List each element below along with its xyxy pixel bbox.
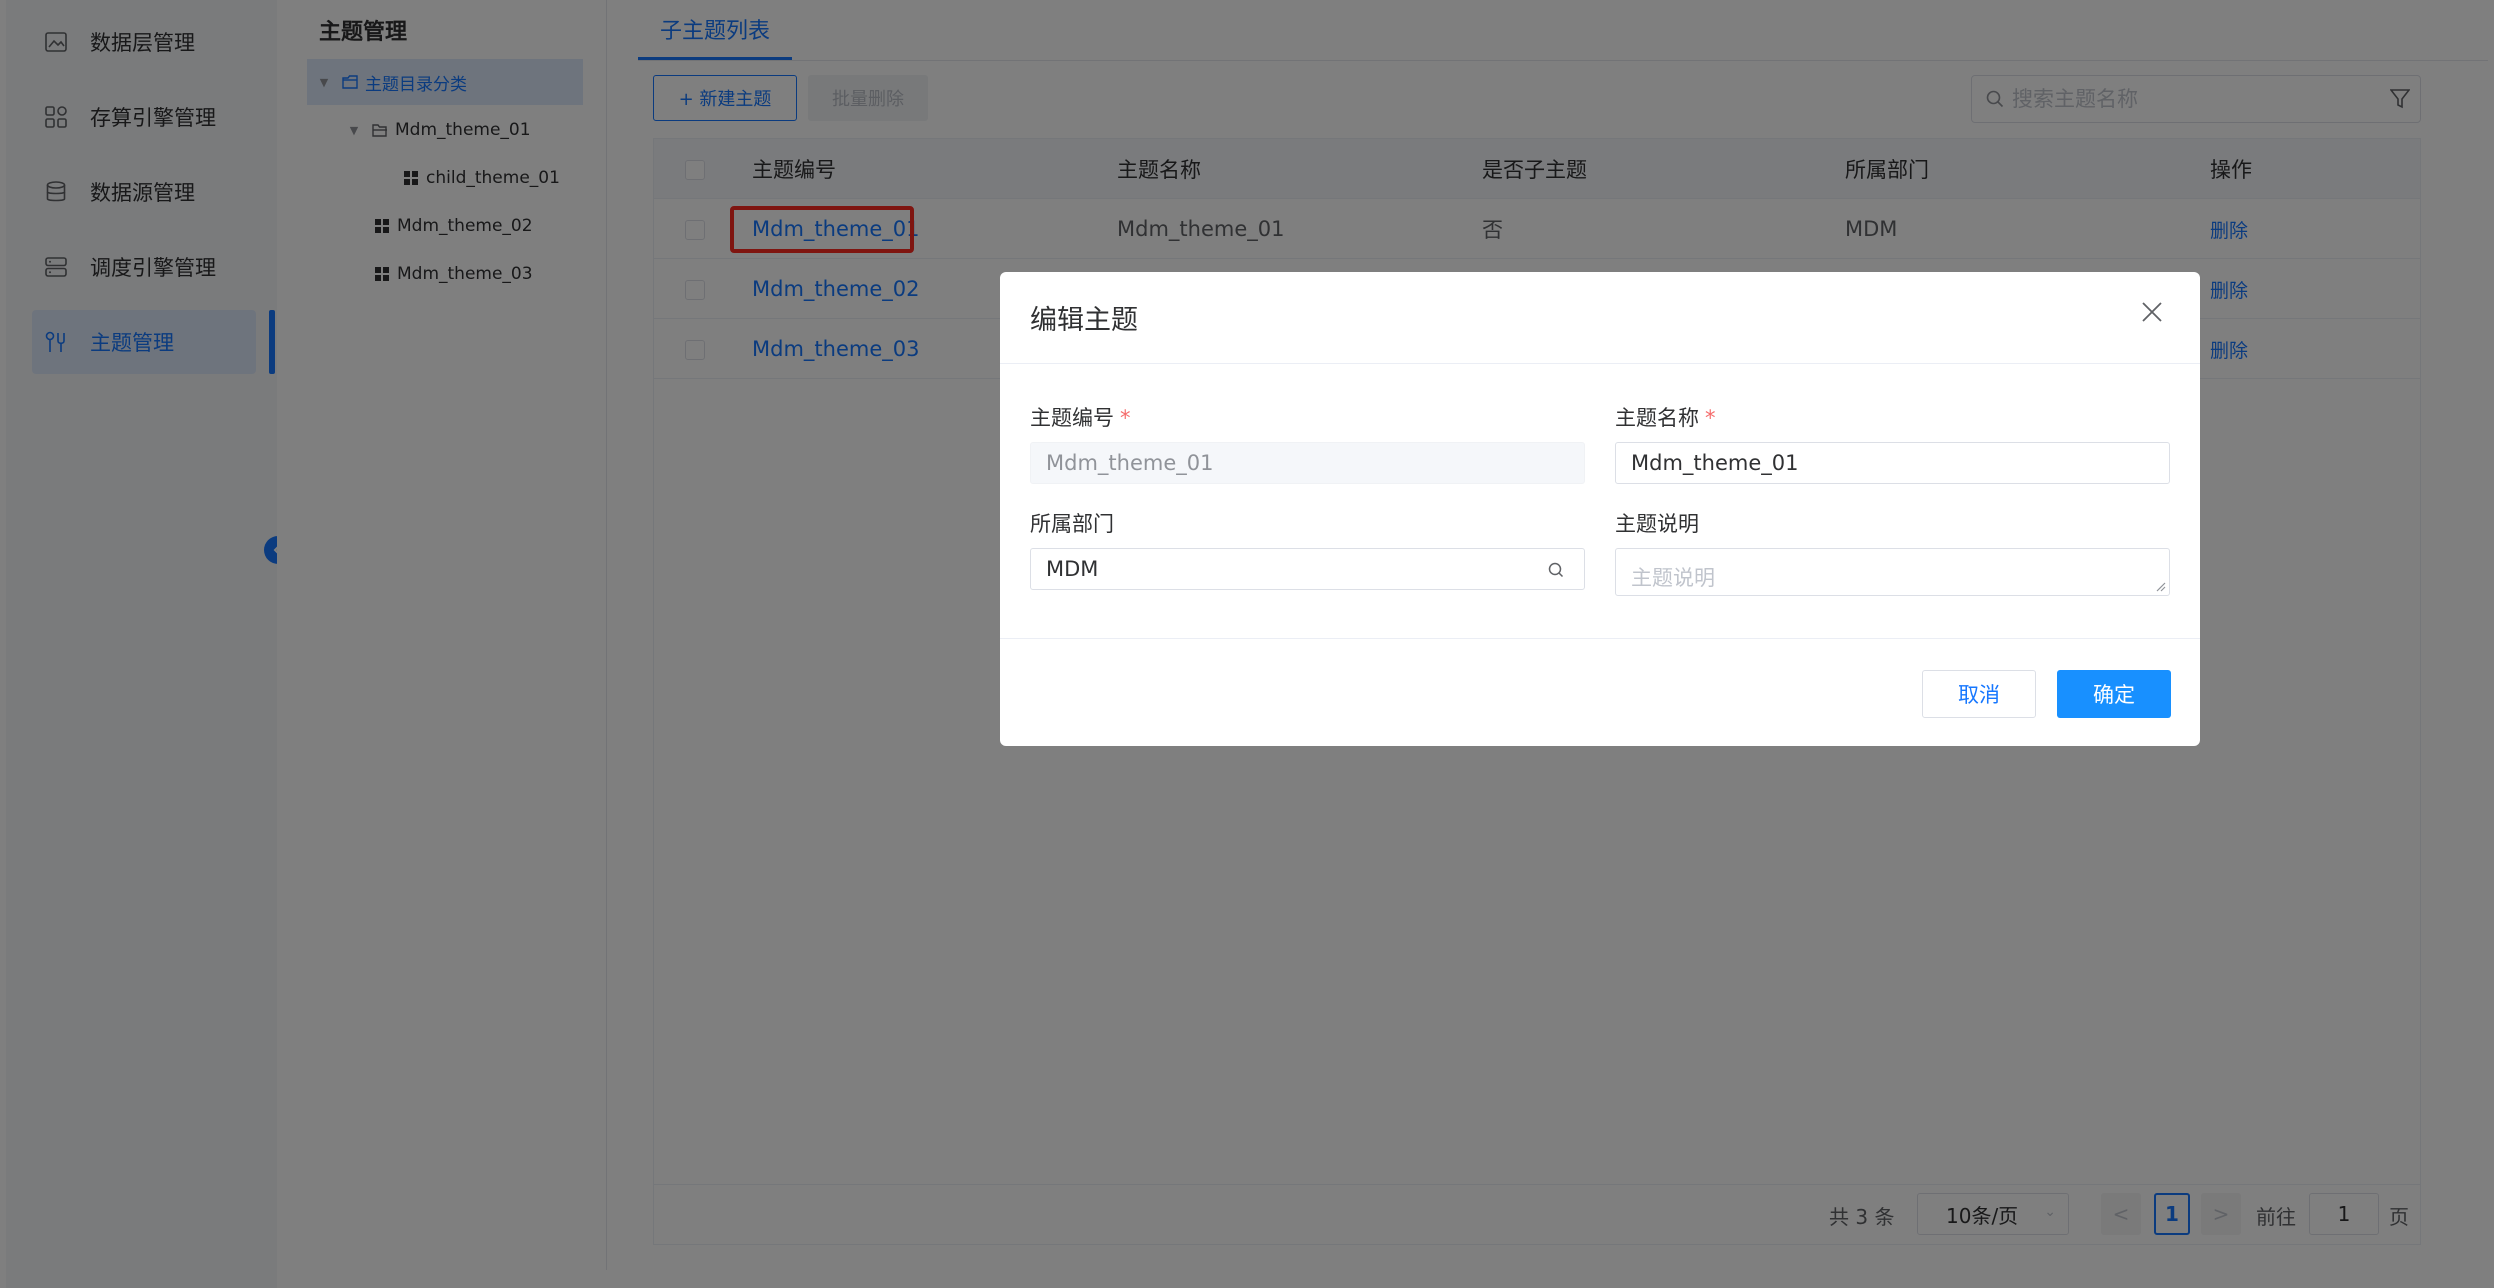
dialog-title: 编辑主题 bbox=[1030, 305, 1138, 336]
close-button[interactable] bbox=[2138, 298, 2166, 326]
desc-field[interactable] bbox=[1615, 548, 2170, 596]
confirm-button[interactable]: 确定 bbox=[2057, 670, 2171, 718]
required-mark: * bbox=[1705, 406, 1716, 430]
required-mark: * bbox=[1120, 406, 1131, 430]
dialog-header-divider bbox=[1000, 363, 2200, 364]
theme-code-label: 主题编号 * bbox=[1030, 406, 1131, 430]
edit-theme-dialog: 编辑主题 主题编号 * Mdm_theme_01 主题名称 * Mdm_theme_… bbox=[1000, 272, 2200, 746]
search-icon[interactable] bbox=[1548, 562, 1564, 578]
desc-label: 主题说明 bbox=[1615, 512, 1699, 536]
dept-label: 所属部门 bbox=[1030, 512, 1114, 536]
dept-field[interactable]: MDM bbox=[1030, 548, 1585, 590]
dialog-footer-divider bbox=[1000, 638, 2200, 639]
theme-code-field: Mdm_theme_01 bbox=[1030, 442, 1585, 484]
close-icon bbox=[2141, 301, 2163, 323]
theme-code-value: Mdm_theme_01 bbox=[1046, 451, 1214, 475]
dept-value[interactable]: MDM bbox=[1046, 557, 1098, 581]
theme-name-value[interactable]: Mdm_theme_01 bbox=[1631, 451, 1798, 475]
desc-textarea[interactable] bbox=[1631, 557, 2116, 587]
cancel-button[interactable]: 取消 bbox=[1922, 670, 2036, 718]
theme-name-field[interactable]: Mdm_theme_01 bbox=[1615, 442, 2170, 484]
resize-handle-icon[interactable] bbox=[2156, 582, 2166, 592]
theme-name-label: 主题名称 * bbox=[1615, 406, 1716, 430]
